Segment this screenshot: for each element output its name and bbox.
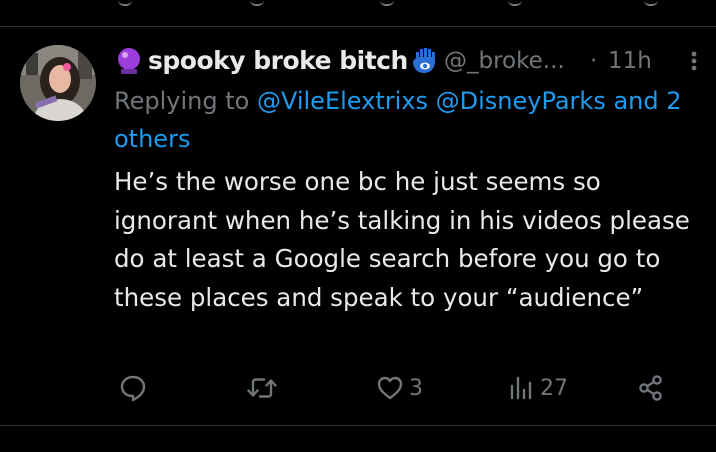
divider-bottom (0, 425, 716, 426)
views-count: 27 (540, 375, 568, 401)
heart-icon (375, 373, 405, 403)
retweet-icon (245, 373, 279, 403)
views-bars-icon[interactable] (508, 0, 522, 6)
like-count: 3 (409, 375, 423, 401)
mention-link[interactable]: @VileElextrixs (257, 87, 428, 115)
reply-icon (118, 373, 148, 403)
share-button[interactable] (636, 371, 666, 405)
tweet-text: He’s the worse one bc he just seems so i… (114, 167, 690, 312)
mention-and: and (613, 87, 659, 115)
heart-icon[interactable] (380, 0, 394, 6)
like-button[interactable]: 3 (375, 371, 423, 405)
avatar[interactable] (20, 45, 96, 121)
share-icon (636, 373, 666, 403)
author-name[interactable]: spooky broke bitch (148, 44, 408, 78)
mention-link[interactable]: @DisneyParks (436, 87, 606, 115)
previous-tweet-actions (0, 0, 716, 26)
views-button[interactable]: 27 (508, 371, 568, 405)
separator-dot: · (590, 48, 598, 74)
retweet-button[interactable] (245, 371, 283, 405)
more-dots-icon[interactable] (684, 44, 704, 82)
tweet-actions: 3 27 (0, 371, 716, 405)
retweet-icon[interactable] (250, 0, 264, 6)
reply-button[interactable] (118, 371, 152, 405)
tweet[interactable]: spooky broke bitch @_broke... · 11h Repl… (0, 27, 716, 425)
replying-to: Replying to @VileElextrixs @DisneyParks … (114, 82, 699, 158)
share-icon[interactable] (644, 0, 658, 6)
author-handle[interactable]: @_broke... (444, 44, 565, 78)
tweet-header: spooky broke bitch @_broke... · 11h (114, 44, 704, 78)
timestamp[interactable]: 11h (608, 44, 652, 78)
views-bars-icon (508, 373, 536, 403)
replying-to-label: Replying to (114, 87, 250, 115)
reply-icon[interactable] (118, 0, 132, 6)
